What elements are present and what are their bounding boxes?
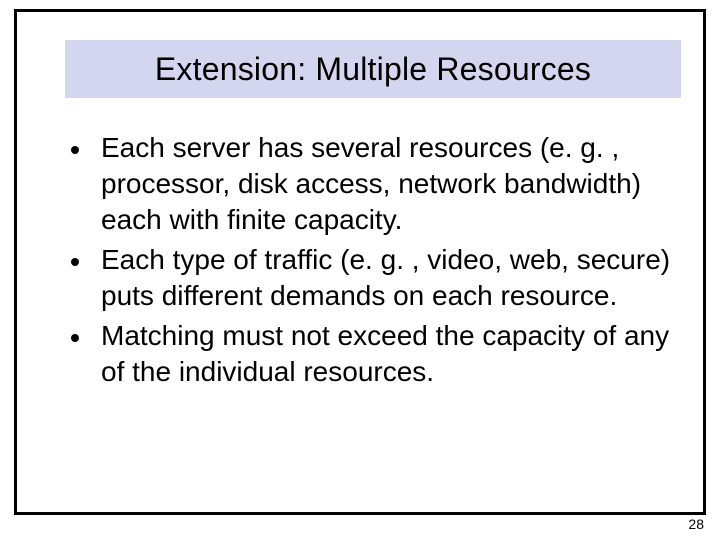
page-number: 28 (688, 516, 704, 532)
bullet-dot-icon (71, 334, 79, 342)
bullet-dot-icon (71, 258, 79, 266)
title-box: Extension: Multiple Resources (65, 40, 681, 98)
bullet-list: Each server has several resources (e. g.… (71, 130, 675, 394)
bullet-text: Each type of traffic (e. g. , video, web… (101, 242, 675, 314)
slide-page: Extension: Multiple Resources Each serve… (0, 0, 720, 540)
list-item: Matching must not exceed the capacity of… (71, 318, 675, 390)
list-item: Each server has several resources (e. g.… (71, 130, 675, 238)
bullet-text: Matching must not exceed the capacity of… (101, 318, 675, 390)
bullet-dot-icon (71, 146, 79, 154)
slide-frame: Extension: Multiple Resources Each serve… (14, 9, 706, 515)
bullet-text: Each server has several resources (e. g.… (101, 130, 675, 238)
slide-title: Extension: Multiple Resources (155, 51, 591, 88)
list-item: Each type of traffic (e. g. , video, web… (71, 242, 675, 314)
